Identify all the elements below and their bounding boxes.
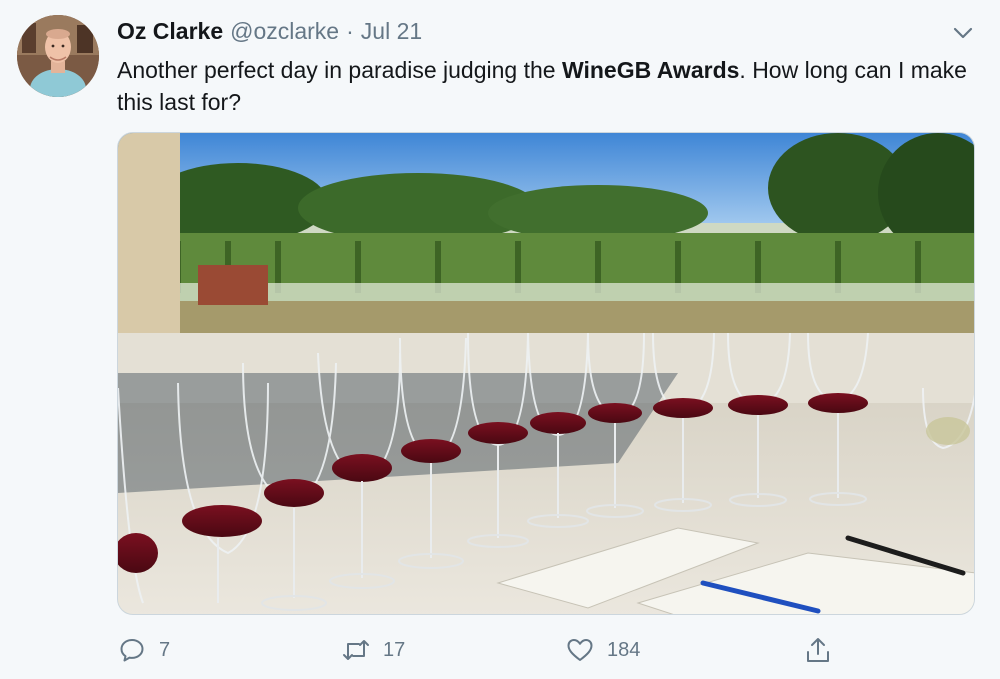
retweet-icon (341, 635, 371, 665)
tweet-text-bold[interactable]: WineGB Awards (562, 57, 739, 83)
share-button[interactable] (803, 630, 845, 670)
avatar[interactable] (17, 15, 99, 97)
retweet-count: 17 (383, 638, 406, 661)
author-name[interactable]: Oz Clarke (117, 18, 223, 45)
like-button[interactable]: 184 (565, 630, 640, 670)
chevron-down-icon[interactable] (950, 22, 976, 44)
like-count: 184 (607, 638, 641, 661)
reply-button[interactable]: 7 (117, 630, 170, 670)
tweet-date[interactable]: Jul 21 (361, 18, 422, 45)
tweet-photo[interactable] (117, 132, 975, 615)
action-bar: 7 17 184 (117, 630, 837, 670)
retweet-button[interactable]: 17 (341, 630, 405, 670)
tweet-text: Another perfect day in paradise judging … (117, 54, 977, 118)
tweet-card[interactable]: Oz Clarke @ozclarke · Jul 21 Another per… (0, 0, 1000, 679)
tweet-text-part: Another perfect day in paradise judging … (117, 57, 562, 83)
author-handle[interactable]: @ozclarke (230, 18, 339, 45)
reply-count: 7 (159, 638, 171, 661)
reply-icon (117, 635, 147, 665)
separator-dot: · (346, 18, 354, 44)
share-icon (803, 635, 833, 665)
heart-icon (565, 635, 595, 665)
tweet-header: Oz Clarke @ozclarke · Jul 21 (117, 18, 422, 48)
